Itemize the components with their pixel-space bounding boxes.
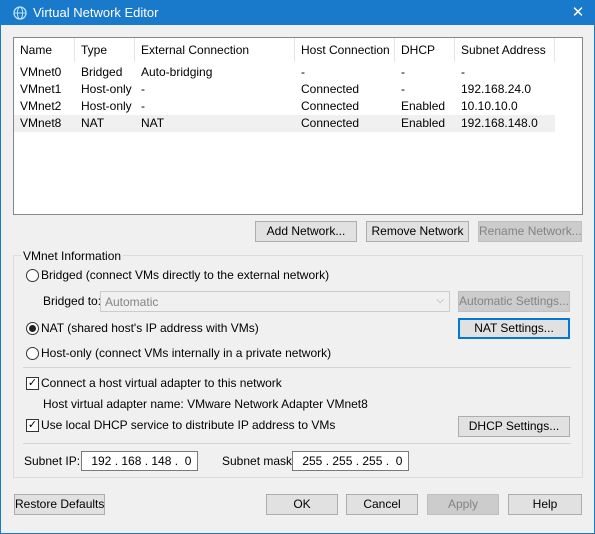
cell-subnet-address: 192.168.148.0 <box>461 116 538 130</box>
separator <box>23 443 571 444</box>
automatic-settings-button[interactable]: Automatic Settings... <box>458 291 570 312</box>
rename-network-button[interactable]: Rename Network... <box>478 221 582 242</box>
apply-button[interactable]: Apply <box>427 494 499 515</box>
cell-external-connection: - <box>141 82 145 96</box>
cell-external-connection: - <box>141 99 145 113</box>
dhcp-settings-button[interactable]: DHCP Settings... <box>458 416 570 437</box>
separator <box>23 367 571 368</box>
cell-host-connection: Connected <box>301 82 360 96</box>
nat-settings-button[interactable]: NAT Settings... <box>458 318 570 339</box>
ok-button[interactable]: OK <box>266 494 338 515</box>
connect-adapter-checkbox[interactable]: ✓ <box>26 377 39 390</box>
connect-adapter-label[interactable]: Connect a host virtual adapter to this n… <box>41 376 282 390</box>
table-row[interactable]: VMnet0 Bridged Auto-bridging - - - <box>14 64 555 81</box>
cell-external-connection: Auto-bridging <box>141 65 213 79</box>
restore-defaults-button[interactable]: Restore Defaults <box>14 494 105 515</box>
chevron-down-icon: ⌵ <box>436 295 444 306</box>
column-header-external-connection[interactable]: External Connection <box>135 38 295 62</box>
host-only-label[interactable]: Host-only (connect VMs internally in a p… <box>41 346 331 360</box>
cell-dhcp: Enabled <box>401 116 446 130</box>
column-header-dhcp[interactable]: DHCP <box>395 38 455 62</box>
cell-type: NAT <box>81 116 105 130</box>
remove-network-button[interactable]: Remove Network <box>366 221 469 242</box>
title-bar[interactable]: Virtual Network Editor ✕ <box>1 1 594 25</box>
nat-label[interactable]: NAT (shared host's IP address with VMs) <box>41 321 259 335</box>
virtual-network-editor-window: Virtual Network Editor ✕ Name Type Exter… <box>0 0 595 534</box>
dhcp-checkbox[interactable]: ✓ <box>26 419 39 432</box>
cancel-button[interactable]: Cancel <box>346 494 418 515</box>
cell-host-connection: Connected <box>301 99 360 113</box>
vmnet-information-legend: VMnet Information <box>21 249 124 263</box>
cell-name: VMnet2 <box>20 99 62 113</box>
column-header-host-connection[interactable]: Host Connection <box>295 38 395 62</box>
host-only-radio[interactable] <box>26 347 39 360</box>
help-button[interactable]: Help <box>508 494 582 515</box>
cell-host-connection: Connected <box>301 116 360 130</box>
cell-name: VMnet8 <box>20 116 62 130</box>
table-row[interactable]: VMnet2 Host-only - Connected Enabled 10.… <box>14 98 555 115</box>
cell-external-connection: NAT <box>141 116 165 130</box>
cell-dhcp: - <box>401 82 405 96</box>
nat-radio[interactable] <box>26 322 39 335</box>
cell-subnet-address: 10.10.10.0 <box>461 99 518 113</box>
network-globe-icon <box>13 6 27 20</box>
close-icon[interactable]: ✕ <box>562 1 594 25</box>
cell-dhcp: - <box>401 65 405 79</box>
subnet-ip-label: Subnet IP: <box>24 454 81 468</box>
bridged-to-value: Automatic <box>105 295 159 309</box>
network-list[interactable]: Name Type External Connection Host Conne… <box>13 37 583 215</box>
cell-type: Host-only <box>81 99 132 113</box>
cell-type: Bridged <box>81 65 123 79</box>
column-header-subnet-address[interactable]: Subnet Address <box>455 38 555 62</box>
column-header-type[interactable]: Type <box>75 38 135 62</box>
cell-type: Host-only <box>81 82 132 96</box>
cell-subnet-address: - <box>461 65 465 79</box>
cell-dhcp: Enabled <box>401 99 446 113</box>
cell-subnet-address: 192.168.24.0 <box>461 82 532 96</box>
bridged-label[interactable]: Bridged (connect VMs directly to the ext… <box>41 268 329 282</box>
network-list-header: Name Type External Connection Host Conne… <box>14 38 582 62</box>
subnet-mask-label: Subnet mask: <box>222 454 296 468</box>
cell-host-connection: - <box>301 65 305 79</box>
bridged-to-label: Bridged to: <box>43 294 102 308</box>
table-row-selected[interactable]: VMnet8 NAT NAT Connected Enabled 192.168… <box>14 115 555 132</box>
column-header-name[interactable]: Name <box>14 38 75 62</box>
bridged-to-select[interactable]: Automatic ⌵ <box>100 291 450 312</box>
adapter-name-label: Host virtual adapter name: VMware Networ… <box>43 397 368 411</box>
window-title: Virtual Network Editor <box>33 5 159 20</box>
subnet-mask-field[interactable]: 255 . 255 . 255 . 0 <box>292 451 409 471</box>
cell-name: VMnet0 <box>20 65 62 79</box>
subnet-ip-field[interactable]: 192 . 168 . 148 . 0 <box>81 451 198 471</box>
dhcp-label[interactable]: Use local DHCP service to distribute IP … <box>41 418 335 432</box>
table-row[interactable]: VMnet1 Host-only - Connected - 192.168.2… <box>14 81 555 98</box>
bridged-radio[interactable] <box>26 269 39 282</box>
add-network-button[interactable]: Add Network... <box>255 221 357 242</box>
cell-name: VMnet1 <box>20 82 62 96</box>
